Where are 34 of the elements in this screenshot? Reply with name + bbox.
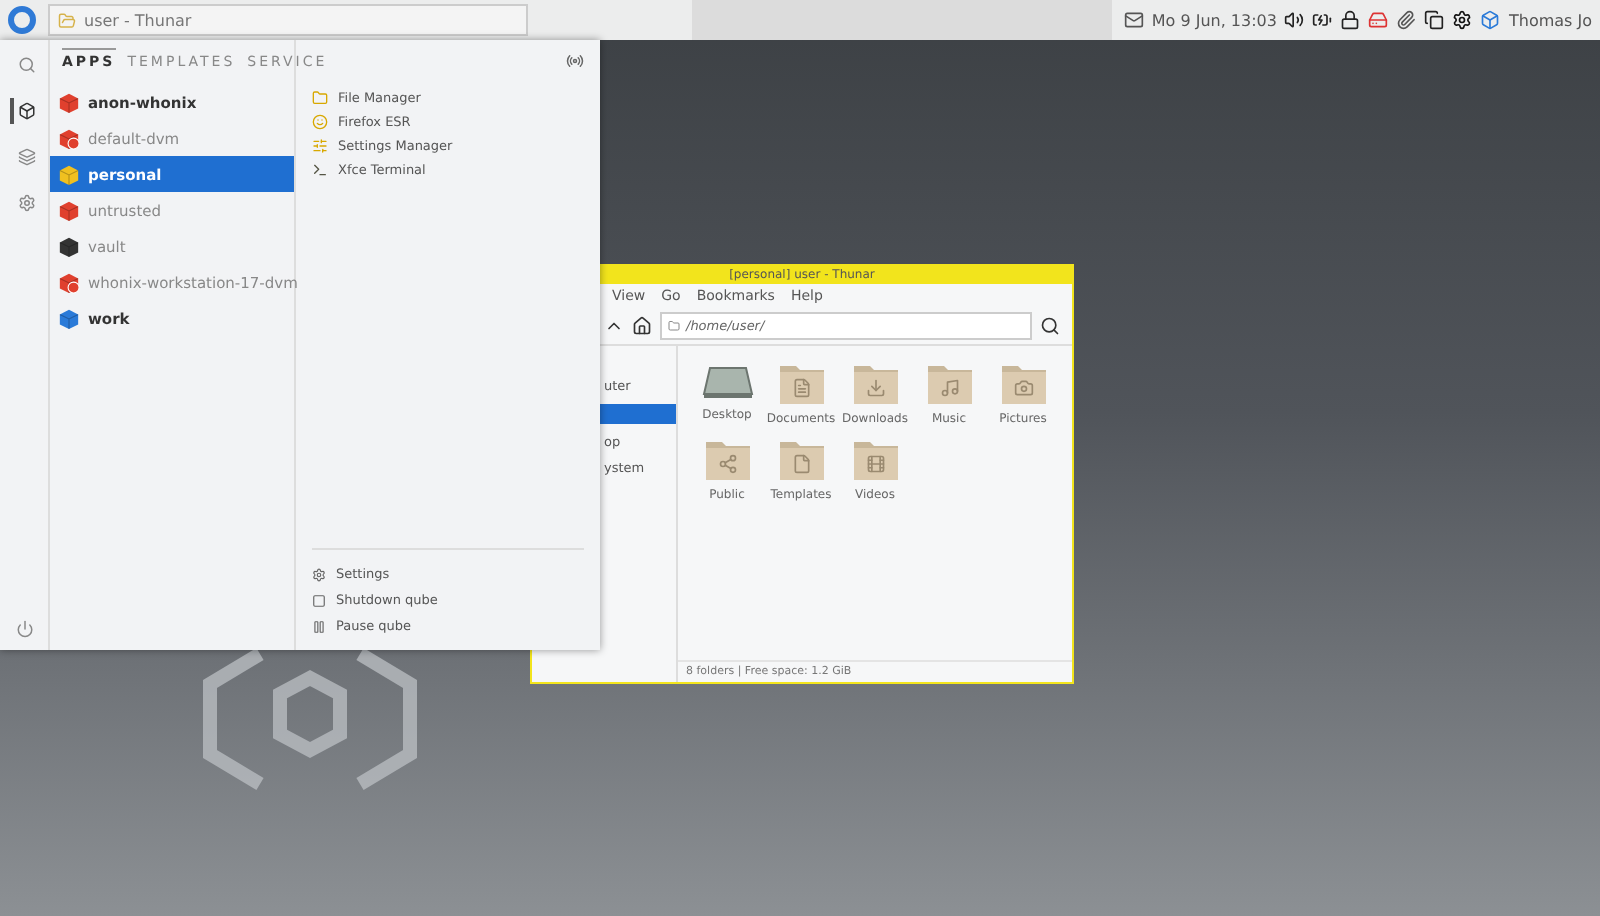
battery-icon[interactable] (1312, 10, 1333, 30)
folder-icon (668, 320, 680, 332)
cube-icon[interactable] (9, 98, 39, 124)
folder-icon (312, 90, 328, 106)
folder-icon (925, 362, 973, 406)
home-icon[interactable] (632, 316, 652, 336)
settings-icon (312, 567, 326, 581)
signal-icon[interactable] (566, 52, 584, 70)
mail-icon[interactable] (1123, 10, 1144, 30)
volume-icon[interactable] (1284, 10, 1305, 30)
qubes-logo-icon[interactable] (8, 6, 36, 34)
folder-icon (777, 362, 825, 406)
sliders-icon (312, 138, 328, 154)
clipboard-icon[interactable] (1424, 10, 1445, 30)
folder-icon (58, 11, 76, 29)
folder-icon (703, 438, 751, 482)
folder-icon (999, 362, 1047, 406)
power-icon[interactable] (15, 620, 33, 638)
search-icon[interactable] (1040, 316, 1060, 336)
folder-icon (851, 362, 899, 406)
terminal-icon (312, 162, 328, 178)
folder-icon (777, 438, 825, 482)
settings-icon[interactable] (1452, 10, 1473, 30)
folder-icon (851, 438, 899, 482)
clock[interactable]: Mo 9 Jun, 13:03 (1151, 11, 1277, 29)
user-name[interactable]: Thomas Jo (1508, 11, 1592, 29)
smiley-icon (312, 114, 328, 130)
drive-icon (701, 362, 753, 402)
clip-icon[interactable] (1396, 10, 1417, 30)
devices-icon[interactable] (1368, 10, 1389, 30)
pause-icon (312, 619, 326, 633)
task-button[interactable]: user - Thunar (48, 4, 528, 36)
lock-icon[interactable] (1340, 10, 1361, 30)
square-icon (312, 593, 326, 607)
